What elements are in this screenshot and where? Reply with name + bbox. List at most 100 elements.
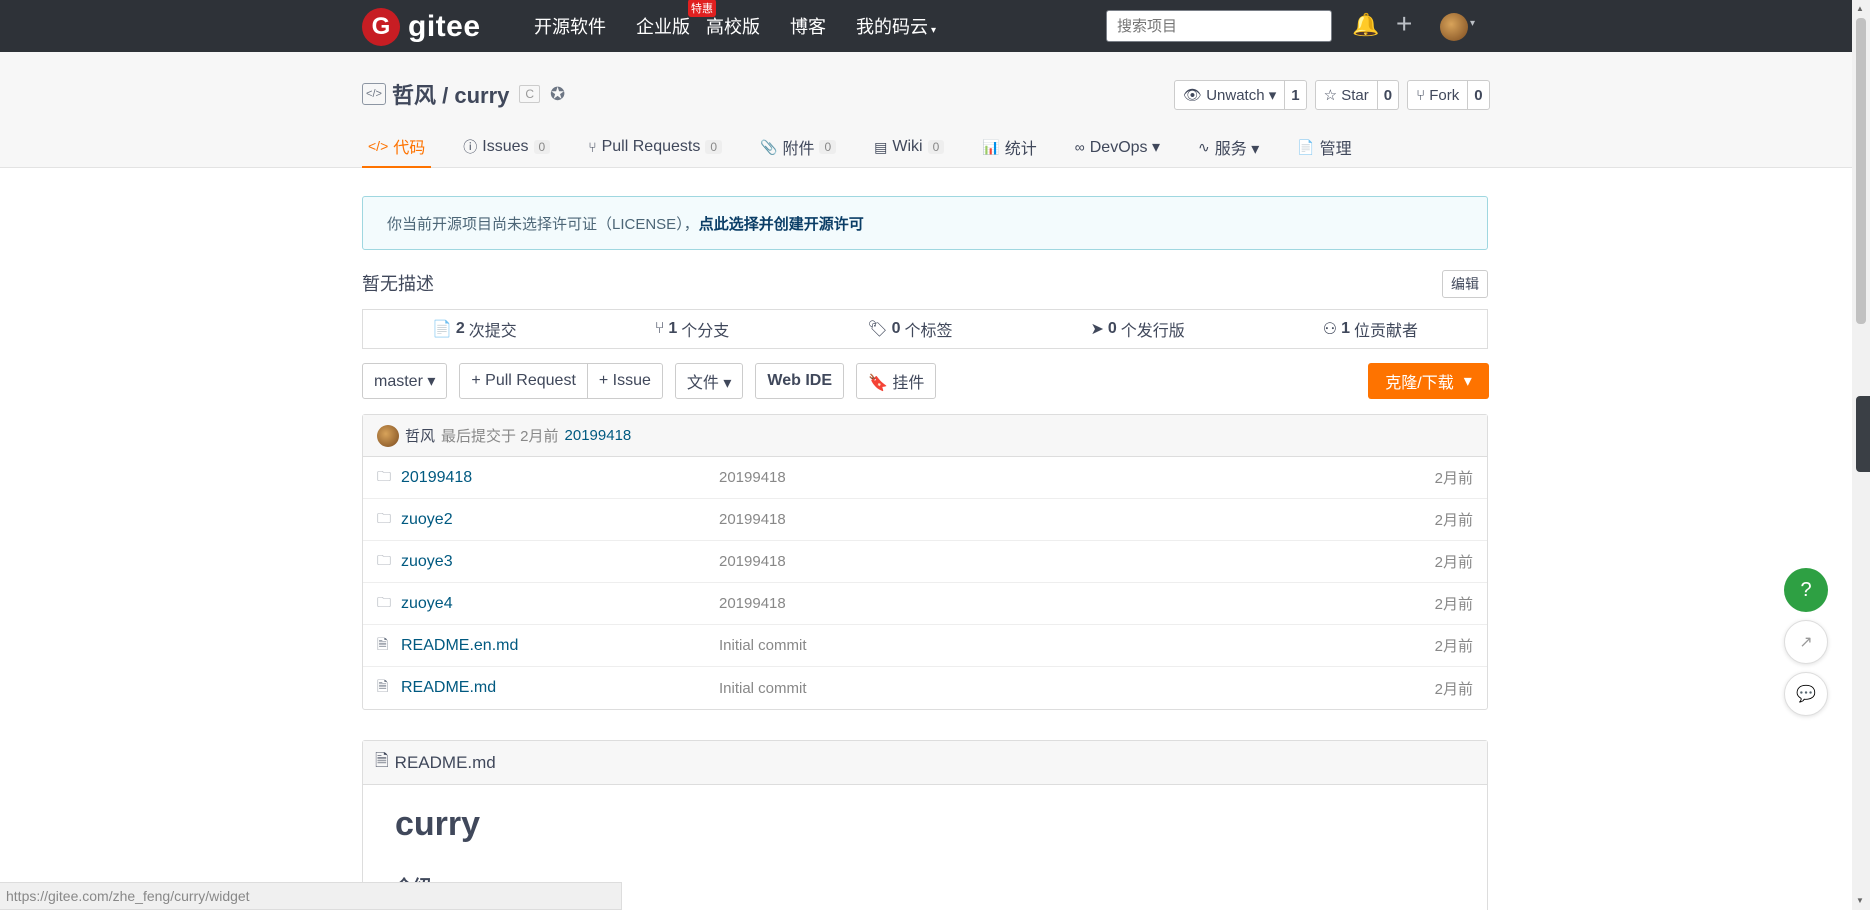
file-commit-message[interactable]: Initial commit	[719, 680, 1397, 697]
file-icon: 🗎	[375, 751, 389, 770]
file-link[interactable]: 🗎 README.md	[363, 676, 719, 700]
web-ide-button[interactable]: Web IDE	[755, 363, 845, 399]
tab-attachments[interactable]: 📎 附件 0	[760, 126, 837, 168]
side-widget-handle[interactable]	[1856, 396, 1870, 472]
tab-count: 0	[533, 140, 551, 154]
tab-issues[interactable]: ⓘ Issues 0	[463, 126, 551, 168]
file-commit-message[interactable]: 20199418	[719, 595, 1397, 612]
user-avatar[interactable]	[1440, 13, 1468, 41]
nav-my-gitee[interactable]: 我的码云 ▾	[856, 13, 936, 39]
file-name[interactable]: README.en.md	[401, 637, 518, 655]
stat-commits[interactable]: 📄 2 次提交	[432, 317, 517, 341]
help-button[interactable]: ?	[1784, 568, 1828, 612]
star-button[interactable]: ☆ Star 0	[1314, 80, 1400, 110]
commit-author[interactable]: 哲风	[405, 425, 435, 446]
stat-releases[interactable]: ➤ 0 个发行版	[1090, 317, 1184, 341]
stat-branches[interactable]: ⑂ 1 个分支	[655, 317, 730, 341]
tab-count: 0	[705, 140, 723, 154]
main-nav: 开源软件 企业版 特惠 高校版 博客 我的码云 ▾	[534, 0, 966, 52]
tab-wiki[interactable]: ▤ Wiki 0	[874, 126, 945, 168]
recommend-icon[interactable]: ✪	[550, 84, 565, 105]
tab-stats[interactable]: 📊 统计	[982, 126, 1036, 168]
file-time: 2月前	[1434, 638, 1473, 655]
file-link[interactable]: 🗀 zuoye4	[363, 592, 719, 616]
nav-open-source[interactable]: 开源软件	[534, 13, 606, 39]
folder-icon: 🗀	[377, 551, 391, 568]
tab-label: 附件	[782, 141, 815, 158]
search-input[interactable]	[1106, 10, 1332, 42]
file-icon: 🗎	[377, 678, 389, 694]
nav-blog[interactable]: 博客	[790, 13, 826, 39]
clone-download-button[interactable]: 克隆/下载 ▾	[1368, 363, 1489, 399]
file-link[interactable]: 🗀 zuoye2	[363, 508, 719, 532]
share-icon[interactable]: ↗	[1784, 620, 1828, 664]
file-commit-message[interactable]: 20199418	[719, 511, 1397, 528]
scroll-thumb[interactable]	[1856, 18, 1866, 324]
tab-label: DevOps ▾	[1089, 139, 1161, 156]
file-commit-message[interactable]: 20199418	[719, 469, 1397, 486]
nav-education[interactable]: 高校版	[706, 13, 760, 39]
stat-value: 0	[891, 320, 901, 337]
table-row: 🗎 README.en.md Initial commit 2月前	[363, 625, 1487, 667]
file-link[interactable]: 🗀 20199418	[363, 466, 719, 490]
status-url-bar: https://gitee.com/zhe_feng/curry/widget	[0, 882, 622, 910]
branch-select[interactable]: master ▾	[362, 363, 448, 399]
new-pull-request-button[interactable]: + Pull Request	[460, 364, 587, 398]
unwatch-label[interactable]: 👁 Unwatch ▾	[1175, 81, 1286, 109]
gitee-logo[interactable]: G gitee	[362, 8, 481, 46]
new-issue-button[interactable]: + Issue	[586, 364, 662, 398]
settings-doc-icon: 📄	[1297, 138, 1315, 155]
file-commit-message[interactable]: Initial commit	[719, 637, 1397, 654]
code-repo-icon: </>	[362, 83, 386, 105]
fork-button[interactable]: ⑂ Fork 0	[1407, 80, 1490, 110]
commit-id-link[interactable]: 20199418	[565, 427, 632, 444]
chat-icon[interactable]: 💬	[1784, 672, 1828, 716]
watch-count[interactable]: 1	[1285, 81, 1305, 109]
stat-contributors[interactable]: ⚇ 1 位贡献者	[1323, 317, 1418, 341]
edit-description-button[interactable]: 编辑	[1442, 270, 1488, 298]
file-time: 2月前	[1434, 680, 1473, 698]
pulse-icon: ∿	[1198, 138, 1210, 155]
author-avatar[interactable]	[377, 424, 399, 447]
tab-devops[interactable]: ∞ DevOps ▾	[1075, 126, 1160, 168]
star-label[interactable]: ☆ Star	[1316, 81, 1378, 109]
tab-pull-requests[interactable]: ⑂ Pull Requests 0	[588, 126, 723, 168]
infinity-icon: ∞	[1074, 139, 1085, 155]
file-name[interactable]: zuoye4	[401, 595, 453, 613]
nav-enterprise[interactable]: 企业版 特惠	[636, 0, 716, 39]
fork-label[interactable]: ⑂ Fork	[1408, 81, 1469, 109]
plus-icon[interactable]: +	[1396, 8, 1412, 40]
star-count[interactable]: 0	[1378, 81, 1398, 109]
tab-services[interactable]: ∿ 服务 ▾	[1198, 126, 1259, 168]
fork-count[interactable]: 0	[1468, 81, 1488, 109]
table-row: 🗀 zuoye2 20199418 2月前	[363, 499, 1487, 541]
stat-value: 2	[455, 320, 465, 337]
file-link[interactable]: 🗀 zuoye3	[363, 550, 719, 574]
scroll-down-icon[interactable]: ▼	[1856, 896, 1864, 905]
stat-value: 1	[668, 320, 678, 337]
chevron-down-icon: ▾	[931, 25, 937, 36]
tab-manage[interactable]: 📄 管理	[1297, 126, 1351, 168]
repo-actions: 👁 Unwatch ▾ 1 ☆ Star 0 ⑂ Fork 0	[1174, 80, 1490, 110]
bar-chart-icon: 📊	[982, 138, 1000, 155]
license-notice-text: 你当前开源项目尚未选择许可证（LICENSE），	[387, 215, 699, 233]
chevron-down-icon[interactable]: ▾	[1470, 18, 1475, 29]
widget-button[interactable]: 🔖 挂件	[856, 363, 937, 399]
file-name[interactable]: zuoye3	[401, 553, 453, 571]
file-commit-message[interactable]: 20199418	[719, 553, 1397, 570]
file-name[interactable]: README.md	[401, 679, 496, 697]
repo-name[interactable]: 哲风 / curry	[392, 78, 509, 110]
tab-code[interactable]: </> 代码	[362, 126, 432, 168]
stat-tags[interactable]: 🏷 0 个标签	[867, 317, 952, 341]
file-dropdown[interactable]: 文件 ▾	[674, 363, 744, 399]
file-time: 2月前	[1434, 470, 1473, 487]
file-link[interactable]: 🗎 README.en.md	[363, 634, 719, 658]
scroll-up-icon[interactable]: ▲	[1856, 4, 1864, 13]
file-name[interactable]: zuoye2	[401, 511, 453, 529]
issue-icon: ⓘ	[463, 139, 478, 155]
bell-icon[interactable]: 🔔	[1352, 12, 1379, 38]
unwatch-button[interactable]: 👁 Unwatch ▾ 1	[1174, 80, 1307, 110]
repo-stats: 📄 2 次提交 ⑂ 1 个分支 🏷 0 个标签 ➤ 0 个发行版 ⚇ 1 位贡献…	[362, 309, 1488, 349]
file-name[interactable]: 20199418	[401, 469, 472, 487]
create-license-link[interactable]: 点此选择并创建开源许可	[699, 213, 864, 234]
